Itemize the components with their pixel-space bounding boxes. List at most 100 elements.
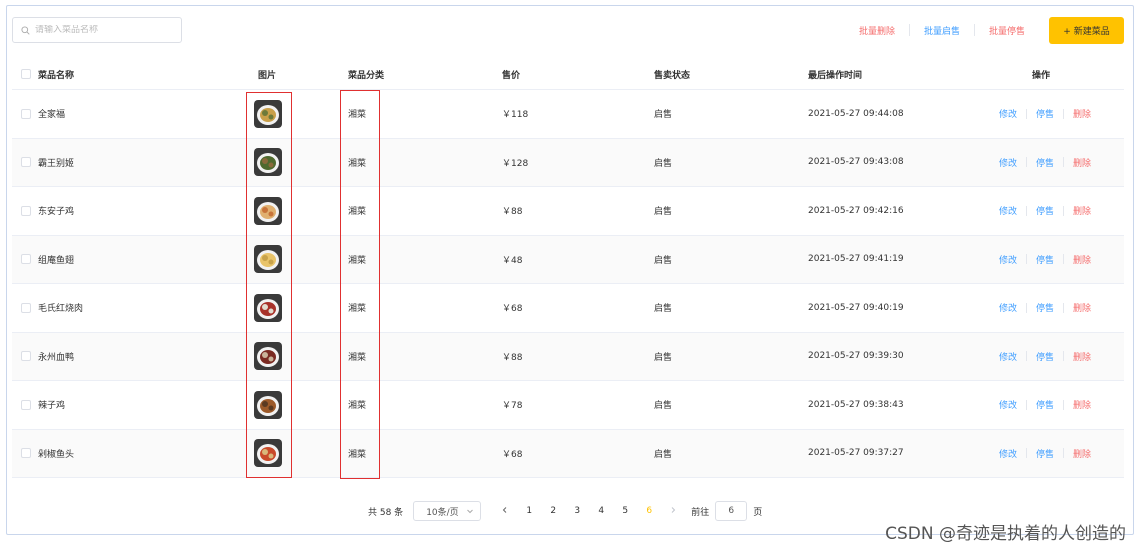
search-box[interactable]	[12, 17, 182, 43]
dish-name: 东安子鸡	[38, 207, 75, 218]
disable-button[interactable]: 停售	[1027, 447, 1063, 460]
dish-status: 启售	[654, 255, 673, 266]
page-size-value: 10条/页	[426, 507, 459, 518]
delete-button[interactable]: 删除	[1064, 398, 1100, 411]
page-number[interactable]: 3	[565, 506, 589, 516]
disable-button[interactable]: 停售	[1027, 107, 1063, 120]
watermark: CSDN @奇迹是执着的人创造的	[885, 524, 1126, 544]
row-actions: 修改 停售 删除	[990, 156, 1100, 169]
delete-button[interactable]: 删除	[1064, 204, 1100, 217]
table-row: 全家福 湘菜 ￥118 启售 2021-05-27 09:44:08 修改 停售 删除	[12, 90, 1124, 139]
delete-button[interactable]: 删除	[1064, 301, 1100, 314]
page-number[interactable]: 6	[637, 506, 661, 516]
disable-button[interactable]: 停售	[1027, 301, 1063, 314]
table-row: 辣子鸡 湘菜 ￥78 启售 2021-05-27 09:38:43 修改 停售 删除	[12, 381, 1124, 430]
row-actions: 修改 停售 删除	[990, 447, 1100, 460]
page-suffix: 页	[753, 507, 763, 518]
edit-button[interactable]: 修改	[990, 398, 1026, 411]
dish-status: 启售	[654, 207, 673, 218]
dish-image	[254, 390, 282, 419]
edit-button[interactable]: 修改	[990, 301, 1026, 314]
edit-button[interactable]: 修改	[990, 253, 1026, 266]
dish-name: 剁椒鱼头	[38, 449, 75, 460]
toolbar: 批量删除 批量启售 批量停售 + 新建菜品	[845, 16, 1124, 44]
page-number[interactable]: 4	[589, 506, 613, 516]
row-checkbox[interactable]	[21, 254, 31, 265]
dish-last-modified: 2021-05-27 09:38:43	[808, 399, 904, 410]
row-checkbox[interactable]	[21, 448, 31, 459]
row-actions: 修改 停售 删除	[990, 350, 1100, 363]
delete-button[interactable]: 删除	[1064, 447, 1100, 460]
row-actions: 修改 停售 删除	[990, 204, 1100, 217]
dish-last-modified: 2021-05-27 09:40:19	[808, 302, 904, 313]
dish-category: 湘菜	[348, 304, 367, 315]
table-row: 霸王别姬 湘菜 ￥128 启售 2021-05-27 09:43:08 修改 停售 删除	[12, 138, 1124, 187]
new-dish-button[interactable]: + 新建菜品	[1049, 16, 1124, 44]
batch-disable-button[interactable]: 批量停售	[975, 24, 1039, 37]
header-category: 菜品分类	[348, 70, 385, 81]
delete-button[interactable]: 删除	[1064, 253, 1100, 266]
dish-price: ￥88	[502, 352, 523, 363]
header-status: 售卖状态	[654, 70, 691, 81]
edit-button[interactable]: 修改	[990, 156, 1026, 169]
dish-category: 湘菜	[348, 401, 367, 412]
dish-price: ￥68	[502, 449, 523, 460]
page-number[interactable]: 1	[517, 506, 541, 516]
page-size-select[interactable]: 10条/页	[413, 501, 482, 521]
edit-button[interactable]: 修改	[990, 447, 1026, 460]
goto-label: 前往	[691, 507, 710, 518]
disable-button[interactable]: 停售	[1027, 253, 1063, 266]
disable-button[interactable]: 停售	[1027, 204, 1063, 217]
batch-enable-button[interactable]: 批量启售	[910, 24, 974, 37]
dish-category: 湘菜	[348, 352, 367, 363]
dish-table: 菜品名称 图片 菜品分类 售价 售卖状态 最后操作时间 操作 全家福 湘菜 ￥118…	[12, 59, 1124, 478]
disable-button[interactable]: 停售	[1027, 156, 1063, 169]
search-input[interactable]	[35, 25, 175, 35]
disable-button[interactable]: 停售	[1027, 350, 1063, 363]
dish-last-modified: 2021-05-27 09:37:27	[808, 448, 904, 459]
row-actions: 修改 停售 删除	[990, 301, 1100, 314]
dish-status: 启售	[654, 352, 673, 363]
row-checkbox[interactable]	[21, 205, 31, 216]
chevron-down-icon	[467, 509, 474, 514]
dish-name: 组庵鱼翅	[38, 255, 75, 266]
page-number[interactable]: 2	[541, 506, 565, 516]
dish-last-modified: 2021-05-27 09:43:08	[808, 157, 904, 168]
prev-page-button[interactable]	[493, 506, 517, 517]
row-actions: 修改 停售 删除	[990, 398, 1100, 411]
page-number[interactable]: 5	[613, 506, 637, 516]
delete-button[interactable]: 删除	[1064, 156, 1100, 169]
disable-button[interactable]: 停售	[1027, 398, 1063, 411]
delete-button[interactable]: 删除	[1064, 350, 1100, 363]
next-page-button[interactable]	[661, 506, 685, 517]
row-checkbox[interactable]	[21, 302, 31, 313]
dish-image	[254, 245, 282, 274]
row-checkbox[interactable]	[21, 157, 31, 168]
edit-button[interactable]: 修改	[990, 350, 1026, 363]
batch-delete-button[interactable]: 批量删除	[845, 24, 909, 37]
dish-category: 湘菜	[348, 255, 367, 266]
dish-image	[254, 99, 282, 128]
row-checkbox[interactable]	[21, 108, 31, 119]
dish-last-modified: 2021-05-27 09:41:19	[808, 254, 904, 265]
row-actions: 修改 停售 删除	[990, 107, 1100, 120]
dish-status: 启售	[654, 158, 673, 169]
page-list: 123456	[517, 506, 661, 516]
row-checkbox[interactable]	[21, 351, 31, 362]
edit-button[interactable]: 修改	[990, 107, 1026, 120]
dish-price: ￥78	[502, 401, 523, 412]
delete-button[interactable]: 删除	[1064, 107, 1100, 120]
table-row: 剁椒鱼头 湘菜 ￥68 启售 2021-05-27 09:37:27 修改 停售 删除	[12, 429, 1124, 478]
dish-category: 湘菜	[348, 110, 367, 121]
goto-page-input[interactable]	[715, 501, 748, 521]
row-actions: 修改 停售 删除	[990, 253, 1100, 266]
table-body: 全家福 湘菜 ￥118 启售 2021-05-27 09:44:08 修改 停售 删除霸王别姬…	[12, 90, 1124, 478]
select-all-checkbox[interactable]	[21, 69, 31, 79]
dish-image	[254, 148, 282, 177]
table-row: 永州血鸭 湘菜 ￥88 启售 2021-05-27 09:39:30 修改 停售 删除	[12, 332, 1124, 381]
row-checkbox[interactable]	[21, 399, 31, 410]
dish-name: 霸王别姬	[38, 158, 75, 169]
header-actions: 操作	[1032, 70, 1051, 81]
edit-button[interactable]: 修改	[990, 204, 1026, 217]
dish-image	[254, 196, 282, 225]
